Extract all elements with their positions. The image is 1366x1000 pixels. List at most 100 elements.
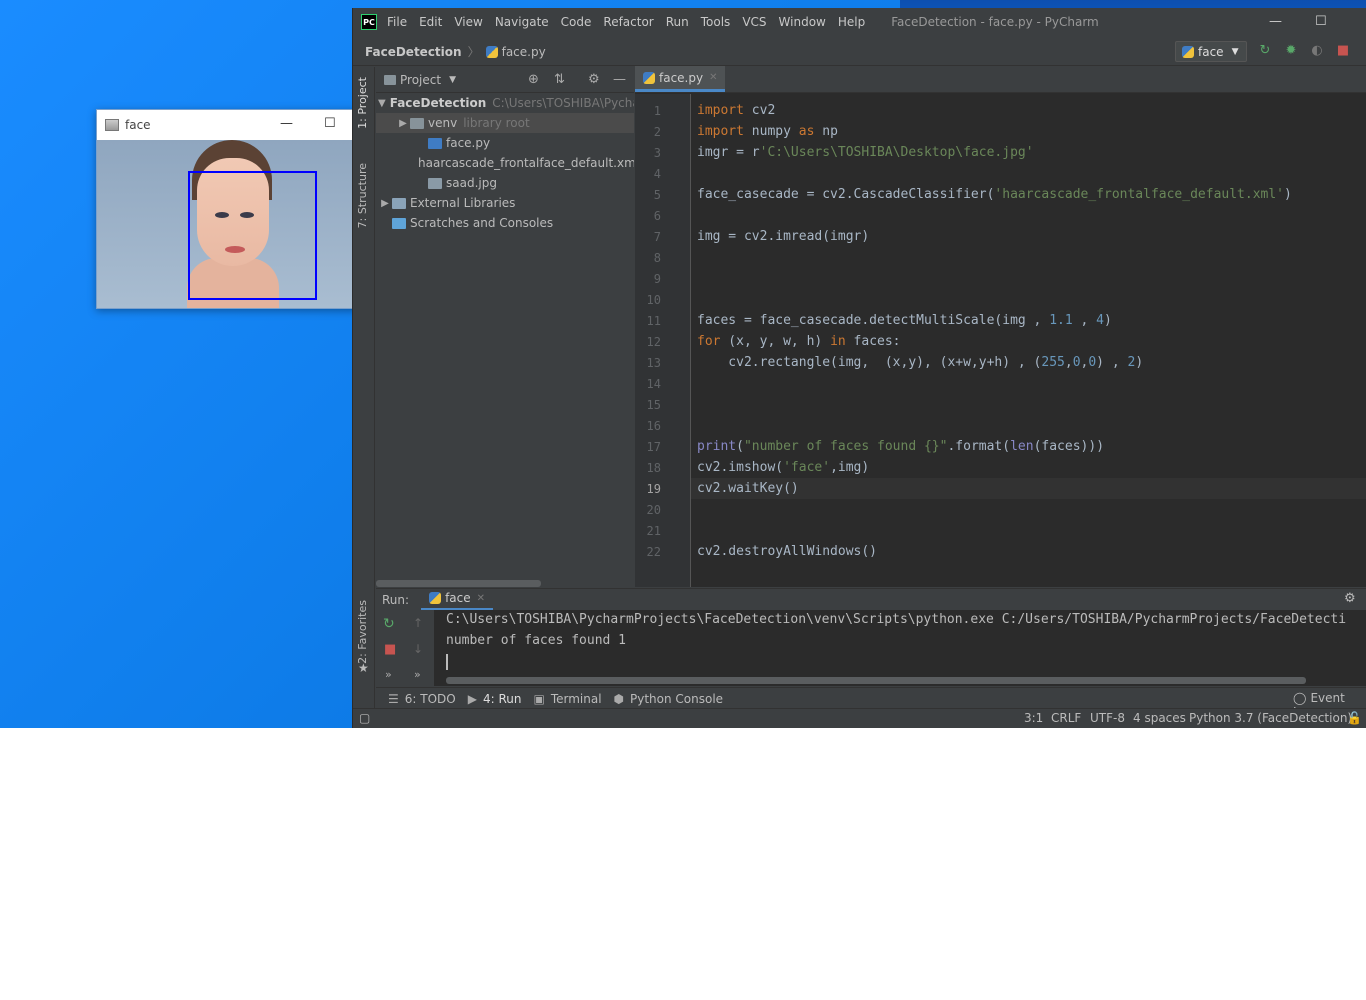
tool-tab-terminal[interactable]: ▣ Terminal [533,692,601,706]
more-icon[interactable]: » [414,668,421,681]
code-line[interactable]: cv2.waitKey() [697,478,799,499]
tree-item[interactable]: ▶ venv library root [376,113,634,133]
tree-item[interactable]: ▼ FaceDetection C:\Users\TOSHIBA\Pycha [376,93,634,113]
terminal-icon: ▣ [533,691,545,706]
face-window-titlebar[interactable]: face — ☐ [97,110,357,140]
more-icon[interactable]: » [385,668,392,681]
code-line[interactable]: face_casecade = cv2.CascadeClassifier('h… [697,184,1292,205]
code-area[interactable]: import cv2 import numpy as np imgr = r'C:\… [697,94,1366,587]
tool-tab-run[interactable]: ▶ 4: Run [468,692,522,706]
arrow-down-icon[interactable]: ↓ [413,642,423,656]
collapse-all-icon[interactable]: ⇅ [554,72,565,87]
menu-window[interactable]: Window [779,15,826,29]
python-file-icon [429,592,442,604]
menu-navigate[interactable]: Navigate [495,15,549,29]
tree-item[interactable]: Scratches and Consoles [376,213,634,233]
console-scrollbar[interactable] [446,677,1306,684]
code-editor[interactable]: face.py ✕ 1 2 3 4 5 6 7 8 9 10 11 12 13 14 15 16 17 18 19 2… [635,66,1366,587]
tool-tab-project[interactable]: 1: Project [356,77,369,129]
tool-tab-structure[interactable]: 7: Structure [356,163,369,228]
chevron-icon[interactable]: ▶ [396,118,410,129]
menu-tools[interactable]: Tools [701,15,731,29]
caret-position[interactable]: 3:1 [1024,711,1043,725]
left-tool-stripe: 1: Project 7: Structure 2: Favorites ★ [353,67,375,708]
coverage-icon[interactable]: ◐ [1309,43,1325,59]
code-line[interactable]: faces = face_casecade.detectMultiScale(i… [697,310,1112,331]
tree-item[interactable]: ▶ External Libraries [376,193,634,213]
toggle-tool-windows-icon[interactable]: ▢ [359,711,370,725]
run-configuration-select[interactable]: face ▼ [1175,41,1247,62]
console-line: number of faces found 1 [446,633,627,648]
code-line[interactable]: cv2.destroyAllWindows() [697,541,877,562]
run-tab-label: face [445,591,471,605]
line-number: 17 [646,440,661,454]
debug-icon[interactable]: ✹ [1283,43,1299,59]
indent-setting[interactable]: 4 spaces [1133,711,1186,725]
python-interpreter[interactable]: Python 3.7 (FaceDetection) [1189,711,1352,725]
hide-icon[interactable]: — [613,72,626,87]
tool-tab-todo[interactable]: ☰ 6: TODO [388,692,456,706]
project-panel-title[interactable]: Project [400,73,441,87]
tree-item[interactable]: haarcascade_frontalface_default.xml [376,153,634,173]
breadcrumb-project[interactable]: FaceDetection [365,45,462,59]
minimize-button[interactable]: — [1269,14,1282,29]
run-console[interactable]: C:\Users\TOSHIBA\PycharmProjects\FaceDet… [434,610,1366,686]
chevron-down-icon[interactable]: ▼ [449,75,456,85]
locate-icon[interactable]: ⊕ [528,72,539,87]
stop-icon[interactable]: ■ [384,642,396,657]
code-line[interactable]: print("number of faces found {}".format(… [697,436,1104,457]
tree-item[interactable]: face.py [376,133,634,153]
menu-file[interactable]: File [387,15,407,29]
scratch-icon [392,217,406,229]
line-number-gutter: 1 2 3 4 5 6 7 8 9 10 11 12 13 14 15 16 17 18 19 20 21 22 [635,94,691,587]
gear-icon[interactable]: ⚙ [1344,591,1356,606]
project-scrollbar[interactable] [376,579,634,587]
line-number: 20 [646,503,661,517]
maximize-button[interactable]: ☐ [324,116,336,131]
code-line[interactable]: cv2.rectangle(img, (x,y), (x+w,y+h) , (2… [697,352,1143,373]
minimize-button[interactable]: — [280,116,293,131]
maximize-button[interactable]: ☐ [1315,14,1327,29]
stop-icon[interactable]: ■ [1335,43,1351,59]
face-image-window[interactable]: face — ☐ [96,109,359,309]
lock-icon[interactable]: 🔓 [1347,711,1362,725]
breadcrumb-file[interactable]: face.py [502,45,546,59]
menu-code[interactable]: Code [561,15,592,29]
line-number: 14 [646,377,661,391]
tool-tab-python-console[interactable]: ⬢ Python Console [614,692,724,706]
tool-tab-favorites[interactable]: 2: Favorites [356,600,369,664]
code-line[interactable]: cv2.imshow('face',img) [697,457,869,478]
code-line[interactable]: imgr = r'C:\Users\TOSHIBA\Desktop\face.j… [697,142,1034,163]
close-icon[interactable]: ✕ [477,593,485,604]
gear-icon[interactable]: ⚙ [588,72,600,87]
code-line[interactable]: img = cv2.imread(imgr) [697,226,869,247]
tab-face-py[interactable]: face.py ✕ [635,66,726,92]
arrow-up-icon[interactable]: ↑ [413,616,423,630]
line-number: 19 [646,482,661,496]
line-separator[interactable]: CRLF [1051,711,1081,725]
chevron-icon[interactable]: ▶ [378,198,392,209]
file-encoding[interactable]: UTF-8 [1090,711,1125,725]
run-tab-face[interactable]: face ✕ [421,589,494,611]
tree-item-label: haarcascade_frontalface_default.xml [418,156,634,170]
line-number: 12 [646,335,661,349]
project-panel: Project ▼ ⊕ ⇅ ⚙ — ▼ FaceDetection C:\Users… [376,67,634,587]
code-line[interactable]: import cv2 [697,100,775,121]
tree-item[interactable]: saad.jpg [376,173,634,193]
code-line[interactable]: import numpy as np [697,121,838,142]
close-icon[interactable]: ✕ [709,72,717,83]
window-title: FaceDetection - face.py - PyCharm [891,15,1099,29]
code-line[interactable]: for (x, y, w, h) in faces: [697,331,901,352]
menu-help[interactable]: Help [838,15,865,29]
rerun-icon[interactable]: ↻ [383,616,395,632]
rerun-icon[interactable]: ↻ [1257,43,1273,59]
menu-vcs[interactable]: VCS [742,15,766,29]
menu-run[interactable]: Run [666,15,689,29]
image-icon [428,177,442,189]
project-scrollbar-thumb[interactable] [376,580,541,587]
status-bar: ▢ 3:1 CRLF UTF-8 4 spaces Python 3.7 (Fa… [353,708,1366,728]
chevron-icon[interactable]: ▼ [378,98,386,109]
menu-edit[interactable]: Edit [419,15,442,29]
menu-refactor[interactable]: Refactor [603,15,653,29]
menu-view[interactable]: View [454,15,482,29]
